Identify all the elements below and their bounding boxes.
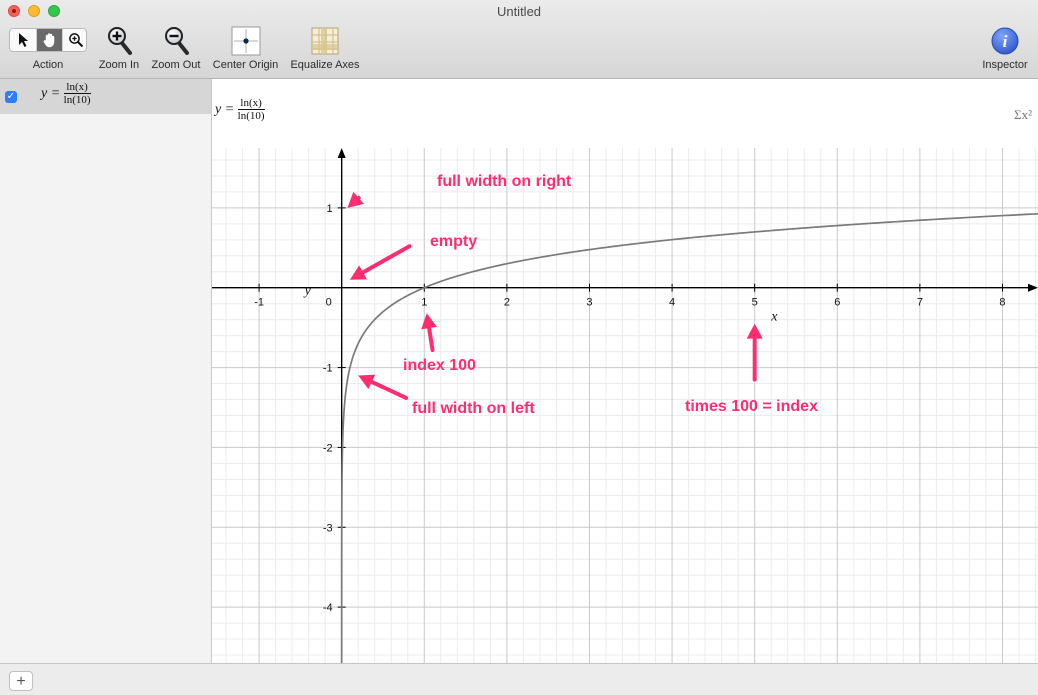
y-tick-label: -4 [323,602,333,614]
action-label: Action [32,59,64,71]
editor-equation-denominator: ln(10) [237,110,265,122]
zoom-in-label: Zoom In [98,59,140,71]
zoom-out-icon [165,27,189,55]
annotation-arrow [369,379,409,400]
x-tick-label: 8 [999,297,1005,309]
zoom-out-label: Zoom Out [151,59,201,71]
annotation-label: full width on left [412,400,535,417]
annotation-label: empty [430,233,477,250]
graph-canvas[interactable]: -1 0 1 2 3 4 5 6 7 8 1 -1 -2 -3 -4 x y full width on righ… [212,148,1038,663]
x-tick-label: 3 [586,297,592,309]
hand-icon [43,33,54,48]
editor-equation-lhs: y = [215,102,235,118]
annotation-arrow [361,244,412,275]
sigma-button[interactable]: Σx² [1014,107,1032,123]
editor-equation-numerator: ln(x) [237,97,265,110]
center-origin-label: Center Origin [212,59,279,71]
info-glyph: i [1003,32,1008,51]
graph-area: y = ln(x) ln(10) Σx² -1 0 1 2 3 4 5 6 7 8 1 -1 -2 -3-… [212,79,1038,663]
bottom-bar: + [0,663,1038,695]
toolbar: Untitled Action Zoom In Zoom Out Center … [0,0,1038,79]
y-tick-label: -3 [323,522,333,534]
equalize-axes-label: Equalize Axes [290,59,360,71]
equation-list-sidebar: ✓ y = ln(x) ln(10) [0,79,212,663]
arrow-cursor-icon [19,33,28,47]
x-tick-label: 5 [752,297,758,309]
add-equation-button[interactable]: + [9,671,33,691]
equalize-axes-icon [311,27,339,55]
annotation-arrowhead [746,323,763,339]
app-window: Untitled Action Zoom In Zoom Out Center … [0,0,1038,695]
x-axis-arrow [1028,283,1038,292]
sidebar-equation-denominator: ln(10) [63,94,91,106]
y-axis-label: y [303,284,312,299]
annotation-label: times 100 = index [685,398,818,415]
sidebar-equation: y = ln(x) ln(10) [41,81,91,107]
equation-visible-checkbox[interactable]: ✓ [5,91,17,103]
annotation-label: full width on right [437,173,572,190]
x-tick-label: 2 [504,297,510,309]
x-tick-label: -1 [254,297,264,309]
y-tick-label: -1 [323,363,333,375]
magnifier-plus-icon [68,33,83,48]
x-tick-label: 0 [326,297,332,309]
zoom-in-icon [108,27,132,55]
x-tick-label: 4 [669,297,675,309]
y-tick-label: 1 [327,203,333,215]
inspector-label: Inspector [982,59,1028,71]
x-axis-label: x [770,310,778,325]
hand-tool-button[interactable] [36,29,62,51]
x-tick-label: 7 [917,297,923,309]
annotation-arrow [427,326,435,353]
annotation-label: index 100 [403,357,476,374]
zoom-tool-button[interactable] [62,29,86,51]
center-origin-icon [231,26,261,56]
y-tick-label: -2 [323,442,333,454]
x-tick-label: 6 [834,297,840,309]
action-segmented-control [9,28,87,52]
annotation-arrowhead [347,191,364,208]
info-icon: i [991,27,1019,55]
annotation-arrowhead [421,313,437,330]
window-title: Untitled [496,4,542,19]
function-curve [340,212,1038,663]
y-axis-arrow [337,148,346,158]
equation-list-item[interactable]: ✓ y = ln(x) ln(10) [0,79,211,114]
pointer-tool-button[interactable] [10,29,36,51]
x-tick-label: 1 [421,297,427,309]
sidebar-equation-numerator: ln(x) [63,81,91,94]
sidebar-equation-lhs: y = [41,86,61,102]
equation-editor[interactable]: y = ln(x) ln(10) [215,97,265,123]
